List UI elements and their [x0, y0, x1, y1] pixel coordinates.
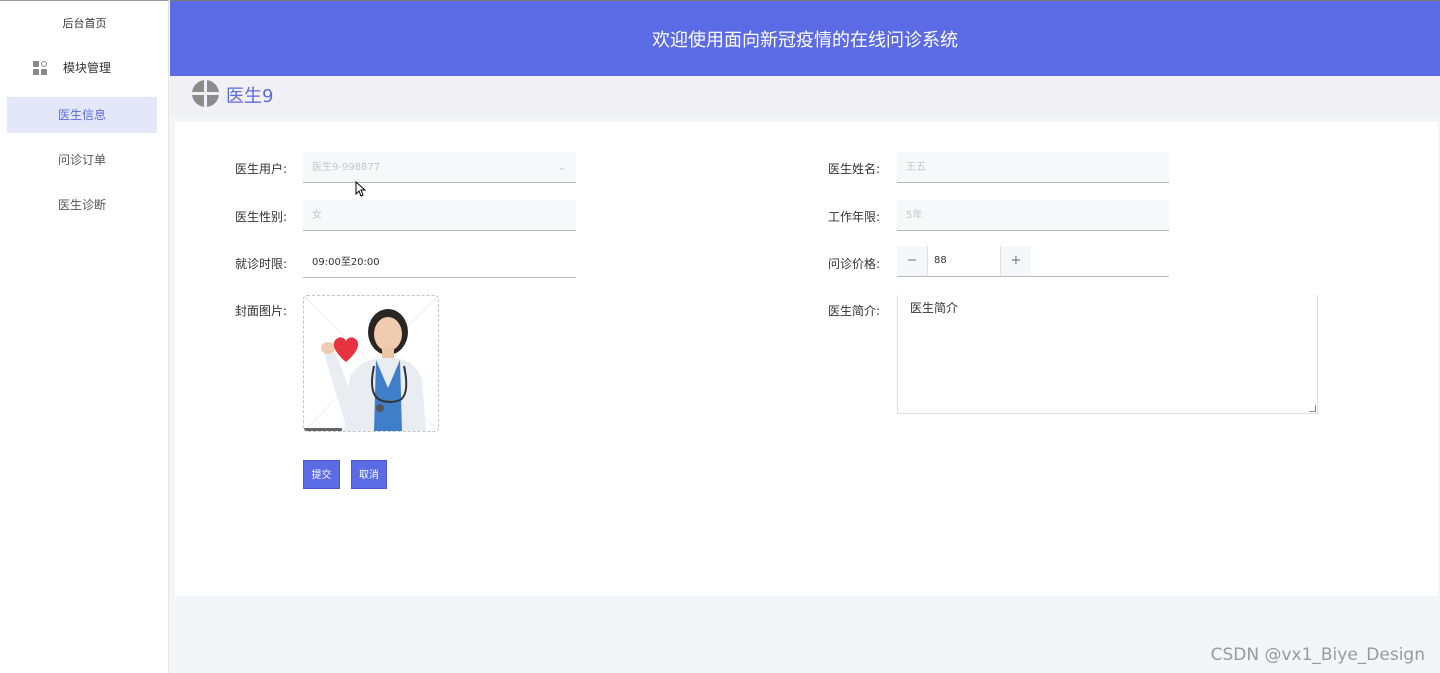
- sidebar-item-doctor-diagnosis[interactable]: 医生诊断: [7, 187, 157, 223]
- page-header-title: 欢迎使用面向新冠疫情的在线问诊系统: [652, 29, 958, 51]
- breadcrumb-title: 医生9: [226, 86, 274, 107]
- doctor-user-select[interactable]: 医生9-998877 ⌄: [303, 152, 576, 183]
- increment-button[interactable]: +: [1001, 246, 1031, 276]
- cancel-button[interactable]: 取消: [351, 460, 387, 489]
- doctor-user-label: 医生用户:: [234, 162, 287, 176]
- grid-icon: [33, 60, 47, 75]
- breadcrumb: 医生9: [170, 76, 1440, 116]
- doctor-name-label: 医生姓名:: [827, 162, 880, 176]
- submit-button[interactable]: 提交: [303, 460, 340, 489]
- doctor-name-input[interactable]: 王五: [897, 152, 1169, 183]
- doctor-user-value: 医生9-998877: [312, 162, 381, 173]
- consult-price-value[interactable]: 88: [927, 246, 1001, 276]
- cover-image-label: 封面图片:: [234, 304, 287, 318]
- consult-price-label: 问诊价格:: [827, 257, 880, 271]
- sidebar: 后台首页 模块管理 医生信息 问诊订单 医生诊断: [0, 0, 169, 673]
- visit-hours-label: 就诊时限:: [234, 257, 287, 271]
- sidebar-item-doctor-info[interactable]: 医生信息: [7, 97, 157, 133]
- doctor-gender-label: 医生性别:: [234, 210, 287, 224]
- work-years-input[interactable]: 5年: [897, 200, 1169, 231]
- doctor-intro-value: 医生简介: [910, 301, 959, 315]
- cover-image-upload[interactable]: [303, 295, 439, 432]
- avatar-icon: [192, 80, 219, 107]
- doctor-intro-label: 医生简介:: [827, 304, 880, 318]
- consult-price-stepper: − 88 +: [897, 246, 1169, 277]
- mouse-cursor-icon: [355, 181, 366, 197]
- top-header: 欢迎使用面向新冠疫情的在线问诊系统: [170, 0, 1440, 76]
- decrement-button[interactable]: −: [897, 246, 927, 276]
- doctor-gender-input[interactable]: 女: [303, 200, 576, 231]
- sidebar-home-link[interactable]: 后台首页: [0, 15, 169, 31]
- doctor-photo: [304, 296, 438, 431]
- sidebar-module-management[interactable]: 模块管理: [33, 59, 111, 76]
- watermark-text: CSDN @vx1_Biye_Design: [1210, 645, 1425, 665]
- work-years-label: 工作年限:: [827, 210, 880, 224]
- resize-handle-icon[interactable]: [1309, 405, 1316, 412]
- chevron-down-icon: ⌄: [557, 162, 566, 173]
- visit-hours-input[interactable]: 09:00至20:00: [303, 247, 576, 278]
- sidebar-item-consult-orders[interactable]: 问诊订单: [7, 142, 157, 178]
- sidebar-module-label: 模块管理: [63, 61, 112, 75]
- doctor-intro-textarea[interactable]: 医生简介: [897, 295, 1318, 414]
